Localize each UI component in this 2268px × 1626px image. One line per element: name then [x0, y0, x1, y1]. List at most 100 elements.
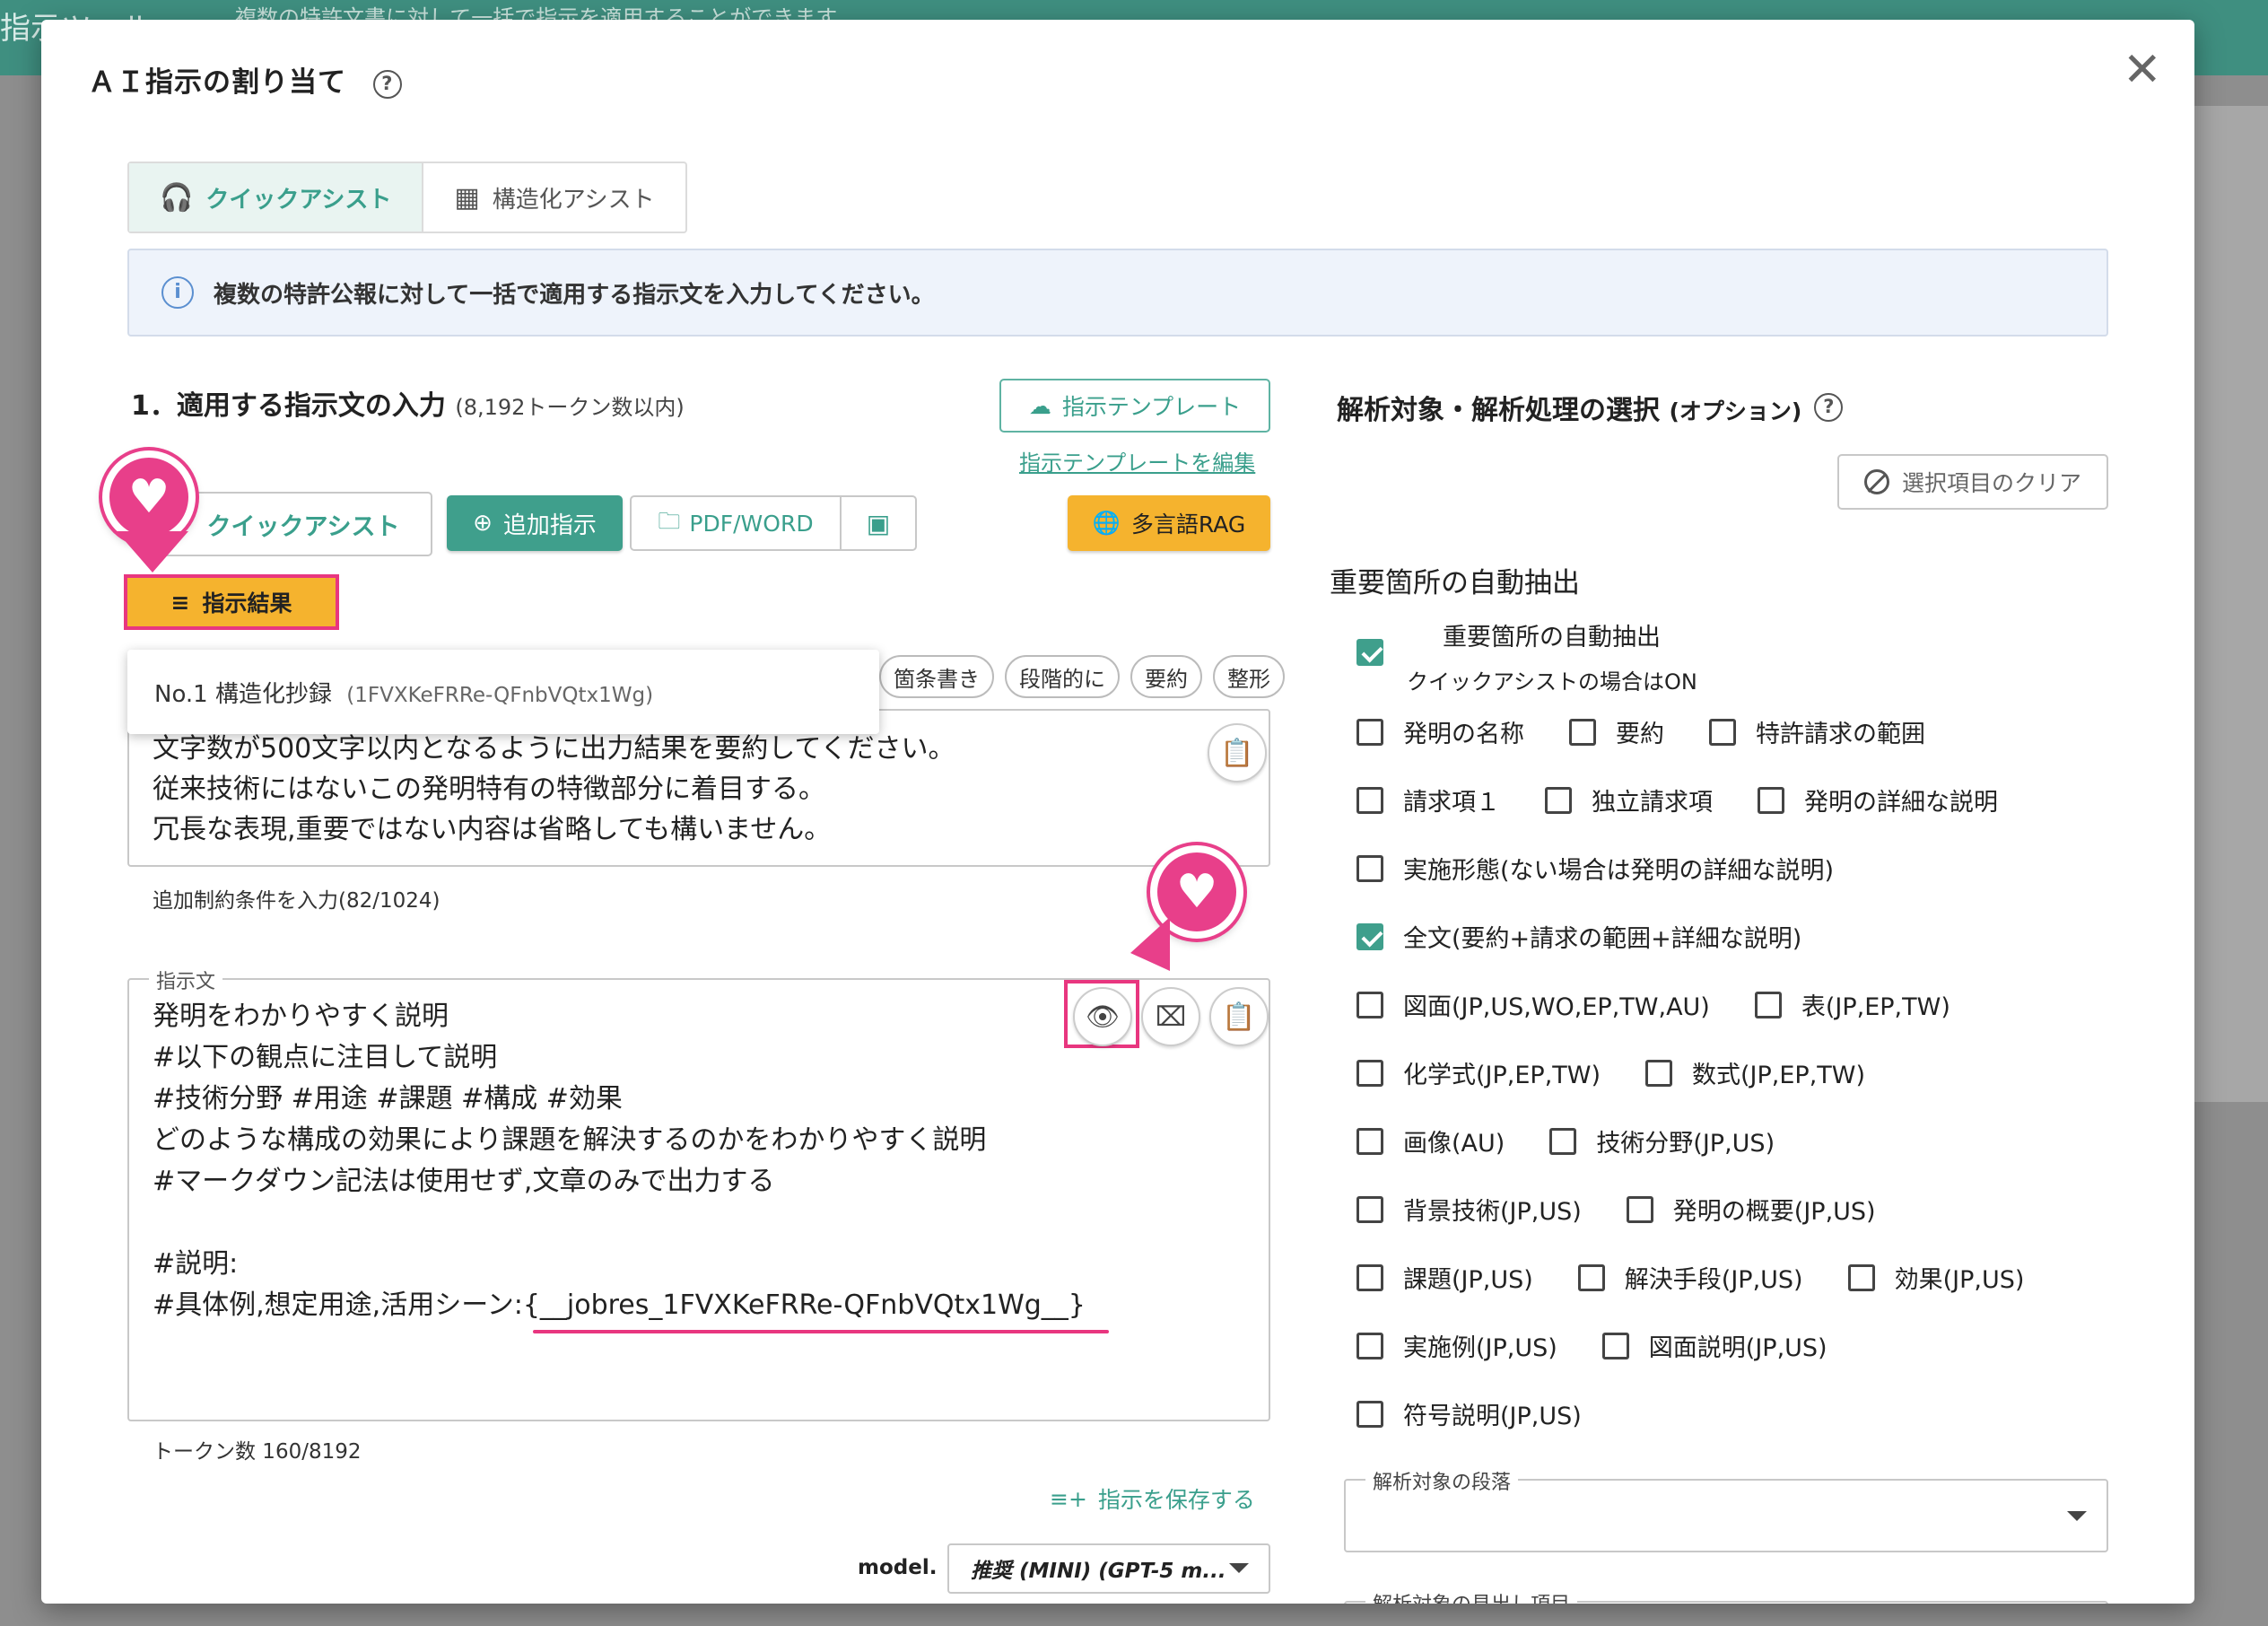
checkbox-item[interactable]: 発明の概要(JP,US): [1626, 1192, 1876, 1227]
checkbox-item[interactable]: 符号説明(JP,US): [1356, 1396, 1582, 1431]
ai-instruction-modal: ＡＩ指示の割り当て ? ✕ 🎧 クイックアシスト ▦ 構造化アシスト i 複数の…: [41, 20, 2194, 1604]
checkbox[interactable]: [1545, 786, 1572, 814]
checkbox-label: 図面(JP,US,WO,EP,TW,AU): [1403, 993, 1710, 1021]
checkbox[interactable]: [1356, 786, 1383, 814]
checkbox-label: 背景技術(JP,US): [1403, 1198, 1582, 1226]
checkbox-label: 符号説明(JP,US): [1403, 1403, 1582, 1430]
checkbox-item[interactable]: 要約: [1569, 714, 1664, 749]
rag-label: 多言語RAG: [1130, 511, 1246, 538]
checkbox-item[interactable]: 効果(JP,US): [1847, 1260, 2024, 1295]
assist-tabs: 🎧 クイックアシスト ▦ 構造化アシスト: [127, 162, 687, 233]
checkbox-item[interactable]: 実施形態(ない場合は発明の詳細な説明): [1356, 851, 1834, 886]
checkbox-item[interactable]: 技術分野(JP,US): [1549, 1123, 1775, 1158]
cloud-download-icon: ☁: [1028, 392, 1051, 419]
section2-title-text: 解析対象・解析処理の選択 (オプション): [1337, 395, 1802, 426]
multilingual-rag-button[interactable]: 🌐 多言語RAG: [1068, 495, 1270, 551]
checkbox[interactable]: [1356, 1400, 1383, 1428]
tab-quick-assist[interactable]: 🎧 クイックアシスト: [129, 163, 424, 232]
checkbox[interactable]: [1626, 1195, 1653, 1223]
checkbox-label: 解決手段(JP,US): [1624, 1266, 1803, 1294]
checkbox-item[interactable]: 解決手段(JP,US): [1577, 1260, 1803, 1295]
checkbox[interactable]: [1356, 1263, 1383, 1291]
marker-tail: [1130, 917, 1170, 971]
help-icon[interactable]: ?: [1814, 393, 1844, 422]
checkbox-row: 背景技術(JP,US) 発明の概要(JP,US): [1356, 1192, 1921, 1227]
globe-icon: 🌐: [1092, 510, 1121, 536]
checkbox-item[interactable]: 表(JP,EP,TW): [1754, 987, 1950, 1022]
clear-selection-button[interactable]: 選択項目のクリア: [1837, 454, 2108, 510]
checkbox[interactable]: [1356, 1195, 1383, 1223]
checkbox-item[interactable]: 化学式(JP,EP,TW): [1356, 1055, 1601, 1090]
checkbox-item[interactable]: 図面説明(JP,US): [1601, 1328, 1827, 1363]
model-select[interactable]: 推奨 (MINI) (GPT-5 m...: [947, 1543, 1270, 1594]
pdf-word-button[interactable]: 🗀 PDF/WORD: [632, 497, 842, 549]
checkbox[interactable]: [1356, 854, 1383, 882]
checkbox[interactable]: [1356, 1332, 1383, 1359]
section2-title: 解析対象・解析処理の選択 (オプション) ?: [1337, 388, 1844, 427]
tab-structured-assist[interactable]: ▦ 構造化アシスト: [423, 163, 685, 232]
checkbox-label: 要約: [1616, 721, 1664, 748]
instruction-result-button[interactable]: ≡ 指示結果: [124, 574, 339, 630]
modal-title-text: ＡＩ指示の割り当て: [88, 66, 346, 99]
token-count: トークン数 160/8192: [153, 1440, 362, 1464]
marker-tail: [117, 531, 188, 573]
checkbox-item[interactable]: 図面(JP,US,WO,EP,TW,AU): [1356, 987, 1710, 1022]
checkbox-item[interactable]: 課題(JP,US): [1356, 1260, 1533, 1295]
checkbox-label: 発明の概要(JP,US): [1672, 1198, 1876, 1226]
checkbox-item[interactable]: 画像(AU): [1356, 1123, 1505, 1158]
save-label: 指示を保存する: [1097, 1487, 1255, 1513]
clipboard-icon[interactable]: 📋: [1208, 723, 1267, 782]
pdf-word-button-group: 🗀 PDF/WORD ▣: [630, 495, 917, 551]
help-icon[interactable]: ?: [372, 69, 402, 99]
checkbox-item[interactable]: 発明の詳細な説明: [1758, 782, 1998, 817]
clipboard-icon[interactable]: 📋: [1209, 987, 1269, 1046]
dropdown-item[interactable]: No.1 構造化抄録 (1FVXKeFRRe-QFnbVQtx1Wg): [154, 676, 653, 709]
checkbox[interactable]: [1356, 922, 1383, 950]
checkbox[interactable]: [1577, 1263, 1605, 1291]
checkbox-label: 実施例(JP,US): [1403, 1334, 1557, 1362]
checkbox-item[interactable]: 特許請求の範囲: [1709, 714, 1925, 749]
auto-extract-label: 重要箇所の自動抽出: [1443, 624, 1661, 651]
checkbox[interactable]: [1601, 1332, 1629, 1359]
chip-summary[interactable]: 要約: [1130, 655, 1202, 698]
checkbox-item[interactable]: 独立請求項: [1545, 782, 1713, 817]
checkbox-item[interactable]: 請求項１: [1356, 782, 1500, 817]
auto-extract-checkbox[interactable]: [1356, 639, 1383, 666]
checkbox[interactable]: [1569, 718, 1596, 746]
close-icon[interactable]: ✕: [2123, 47, 2162, 93]
checkbox-item[interactable]: 実施例(JP,US): [1356, 1328, 1557, 1363]
checkbox[interactable]: [1709, 718, 1736, 746]
clear-format-icon[interactable]: ⌧: [1141, 987, 1200, 1046]
checkbox-item[interactable]: 発明の名称: [1356, 714, 1524, 749]
chip-stepwise[interactable]: 段階的に: [1005, 655, 1120, 698]
chevron-down-icon: [2067, 1511, 2087, 1521]
clear-label: 選択項目のクリア: [1901, 470, 2081, 496]
plus-circle-icon: ⊕: [473, 510, 493, 537]
save-instruction-button[interactable]: ≡+ 指示を保存する: [1050, 1482, 1255, 1515]
checkbox[interactable]: [1356, 1059, 1383, 1087]
checkbox[interactable]: [1356, 718, 1383, 746]
eye-icon[interactable]: 👁: [1073, 987, 1132, 1046]
checkbox-item[interactable]: 背景技術(JP,US): [1356, 1192, 1582, 1227]
checkbox[interactable]: [1758, 786, 1784, 814]
checkbox[interactable]: [1847, 1263, 1875, 1291]
checkbox[interactable]: [1549, 1127, 1577, 1155]
chip-format[interactable]: 整形: [1213, 655, 1285, 698]
checkbox[interactable]: [1754, 991, 1782, 1018]
checkbox-label: 請求項１: [1403, 789, 1500, 817]
checkbox[interactable]: [1645, 1059, 1673, 1087]
section1-title: 1．適用する指示文の入力 (8,192トークン数以内): [131, 383, 685, 423]
instruction-template-button[interactable]: ☁ 指示テンプレート: [999, 379, 1270, 433]
add-image-button[interactable]: ▣: [842, 509, 915, 538]
calculator-icon: ▦: [454, 181, 480, 214]
tab-label: クイックアシスト: [205, 186, 392, 214]
checkbox[interactable]: [1356, 991, 1383, 1018]
chip-bullets[interactable]: 箇条書き: [879, 655, 994, 698]
edit-template-link[interactable]: 指示テンプレートを編集: [1019, 445, 1255, 476]
menu-icon: ≡: [170, 589, 190, 616]
ban-icon: [1863, 469, 1889, 494]
checkbox-item[interactable]: 全文(要約+請求の範囲+詳細な説明): [1356, 919, 1801, 954]
checkbox[interactable]: [1356, 1127, 1383, 1155]
checkbox-item[interactable]: 数式(JP,EP,TW): [1645, 1055, 1865, 1090]
add-instruction-button[interactable]: ⊕ 追加指示: [447, 495, 623, 551]
